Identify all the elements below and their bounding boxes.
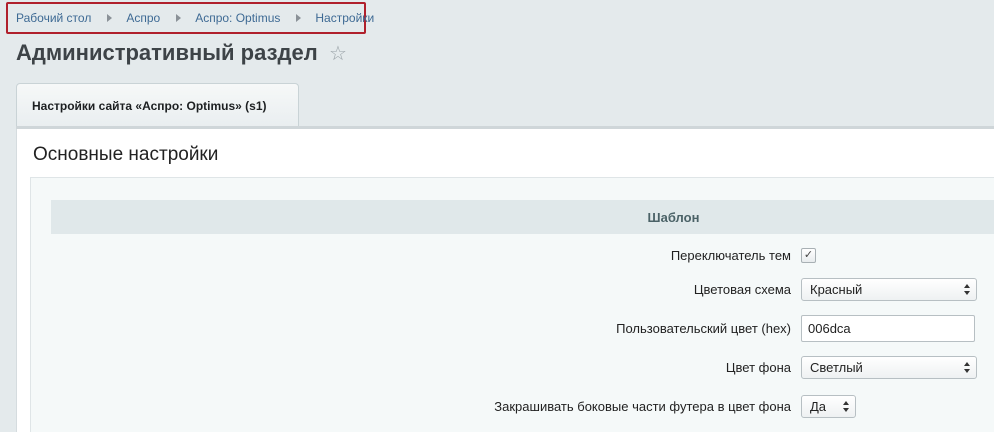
custom-color-input[interactable]: 006dca [801, 315, 975, 342]
theme-switcher-label: Переключатель тем [670, 248, 791, 263]
theme-switcher-checkbox[interactable]: ✓ [801, 248, 816, 263]
breadcrumb-item-desktop[interactable]: Рабочий стол [16, 11, 91, 25]
bg-color-select[interactable]: Светлый [801, 356, 977, 379]
footer-fill-select[interactable]: Да [801, 395, 856, 418]
color-scheme-label: Цветовая схема [693, 282, 791, 297]
breadcrumb-separator-icon [176, 14, 182, 22]
chevron-updown-icon [964, 362, 970, 373]
tab-site-settings[interactable]: Настройки сайта «Аспро: Optimus» (s1) [16, 83, 299, 127]
section-title: Основные настройки [33, 144, 219, 165]
chevron-updown-icon [843, 401, 849, 412]
color-scheme-select[interactable]: Красный [801, 278, 977, 301]
color-scheme-value: Красный [810, 282, 863, 297]
breadcrumb-item-aspro[interactable]: Аспро [126, 11, 160, 25]
breadcrumb-separator-icon [107, 14, 113, 22]
footer-fill-label: Закрашивать боковые части футера в цвет … [494, 399, 791, 414]
group-header: Шаблон [51, 200, 994, 234]
footer-fill-value: Да [810, 399, 827, 414]
breadcrumb-item-settings[interactable]: Настройки [315, 11, 374, 25]
star-icon[interactable]: ☆ [329, 42, 347, 66]
bg-color-label: Цвет фона [725, 360, 791, 375]
settings-form: Шаблон Переключатель тем ✓ Цветовая схем… [30, 177, 994, 432]
group-header-label: Шаблон [647, 209, 700, 225]
settings-panel: Основные настройки Шаблон Переключатель … [16, 129, 994, 432]
chevron-updown-icon [964, 284, 970, 295]
breadcrumb-item-aspro-optimus[interactable]: Аспро: Optimus [195, 11, 280, 25]
check-icon: ✓ [803, 249, 814, 261]
page-title: Административный раздел [16, 40, 318, 65]
breadcrumb: Рабочий стол Аспро Аспро: Optimus Настро… [6, 2, 374, 34]
breadcrumb-separator-icon [296, 14, 302, 22]
bg-color-value: Светлый [810, 360, 863, 375]
custom-color-label: Пользовательский цвет (hex) [616, 321, 791, 336]
